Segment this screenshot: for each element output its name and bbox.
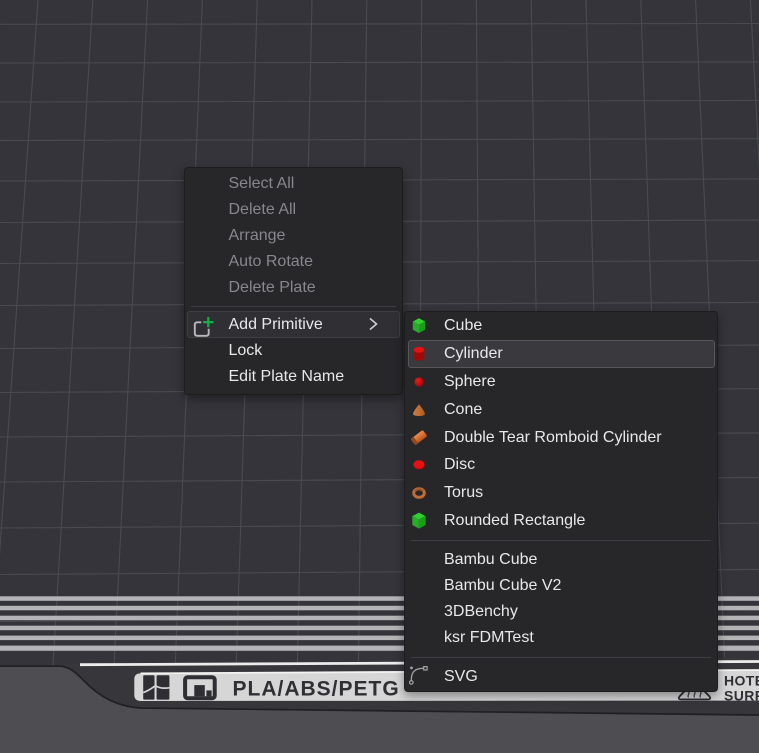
- svg-text:SURFACE: SURFACE: [724, 688, 759, 704]
- svg-text:HOTBED: HOTBED: [724, 673, 759, 689]
- svg-text:PLA/ABS/PETG: PLA/ABS/PETG: [233, 677, 400, 700]
